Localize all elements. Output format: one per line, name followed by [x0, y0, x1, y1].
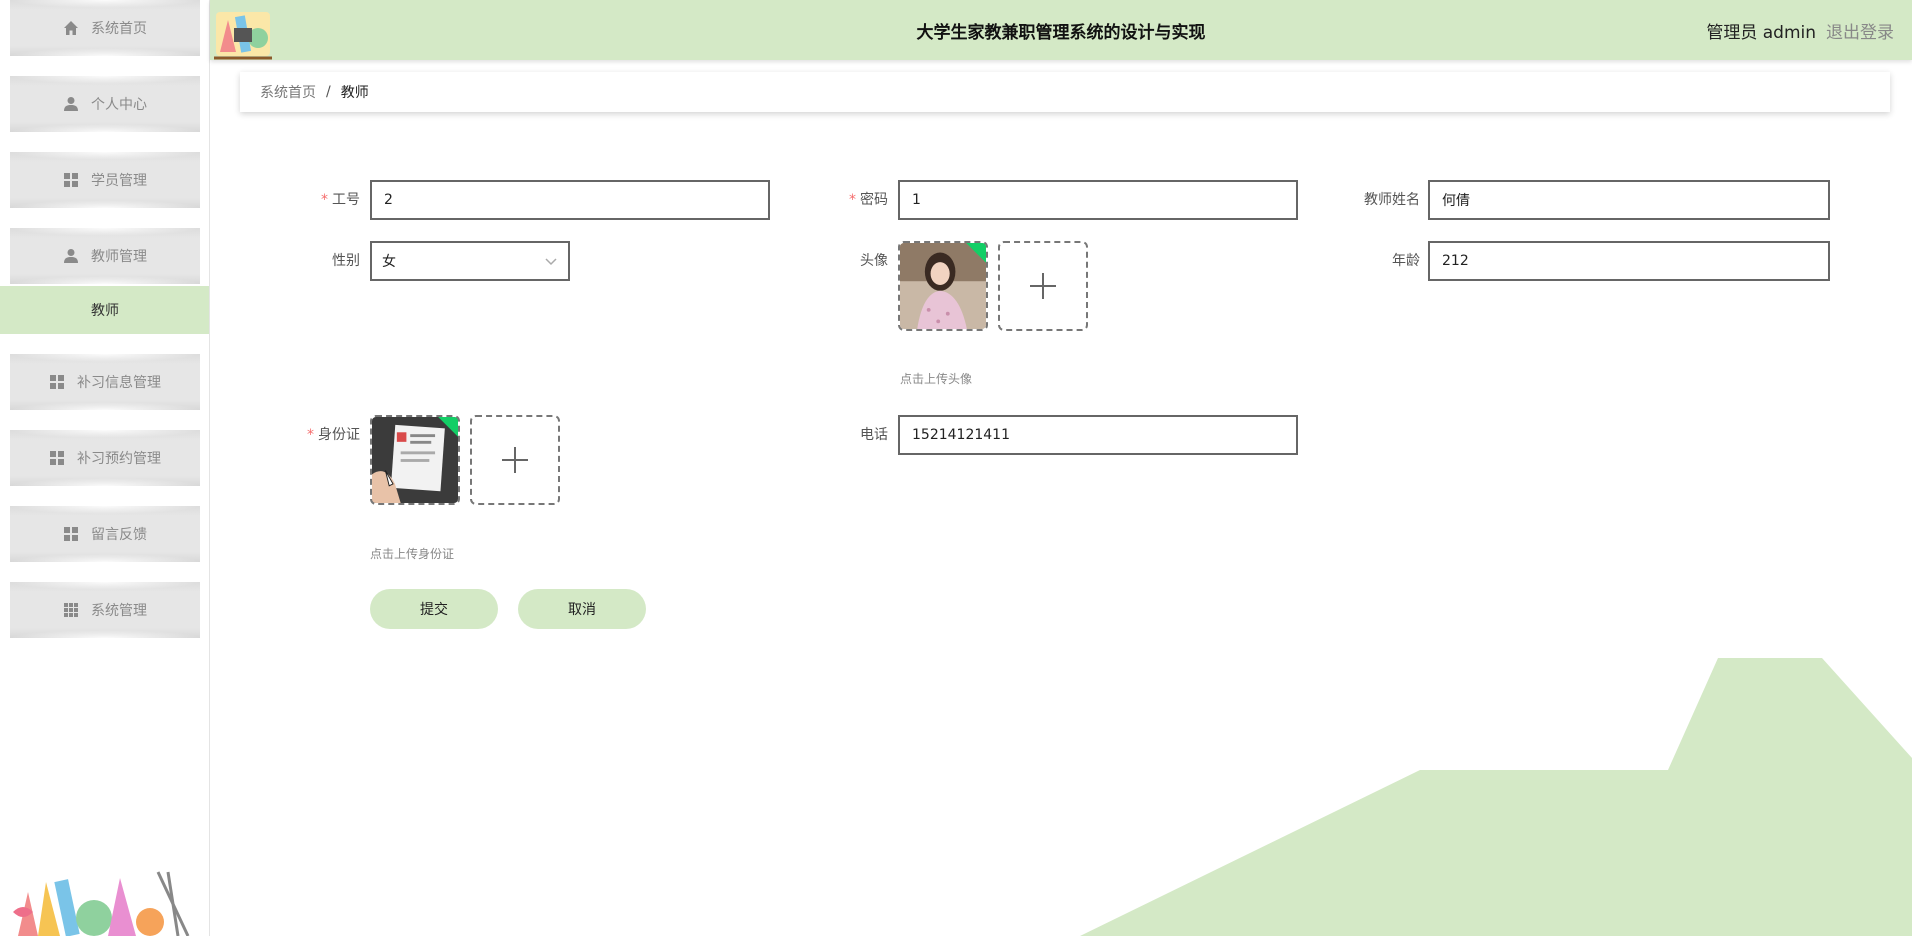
age-input[interactable] [1428, 241, 1830, 281]
sidebar-item-home[interactable]: 系统首页 [10, 0, 200, 56]
home-icon [63, 20, 79, 36]
logout-link[interactable]: 退出登录 [1826, 18, 1894, 43]
id-card-upload-button[interactable] [470, 415, 560, 505]
sidebar-item-feedback[interactable]: 留言反馈 [10, 506, 200, 562]
id-card-thumbnail[interactable] [370, 415, 460, 505]
avatar-thumbnail[interactable] [898, 241, 988, 331]
logo [214, 12, 272, 60]
user-icon [63, 248, 79, 264]
phone-label: 电话 [860, 427, 888, 443]
plus-icon [502, 447, 528, 473]
sidebar-item-label: 学员管理 [91, 173, 147, 189]
required-asterisk: * [849, 192, 856, 208]
apps-icon [63, 602, 79, 618]
current-user: 管理员 admin [1706, 22, 1816, 43]
grid-icon [63, 172, 79, 188]
sidebar-item-tutoring-booking-management[interactable]: 补习预约管理 [10, 430, 200, 486]
password-input[interactable] [898, 180, 1298, 220]
sidebar-subitem-teacher[interactable]: 教师 [0, 286, 209, 334]
sidebar-item-label: 补习信息管理 [77, 375, 161, 391]
employee-id-input[interactable] [370, 180, 770, 220]
decorative-art-illustration [13, 871, 190, 936]
sidebar: 系统首页 个人中心 学员管理 教师管理 教师 补习信息管理 补习预约管理 留言反… [0, 0, 210, 936]
grid-icon [63, 526, 79, 542]
sidebar-item-student-management[interactable]: 学员管理 [10, 152, 200, 208]
age-label: 年龄 [1392, 253, 1420, 269]
decorative-background-shape [1080, 658, 1912, 936]
submit-button[interactable]: 提交 [370, 589, 498, 629]
breadcrumb-current: 教师 [340, 85, 369, 101]
plus-icon [1030, 273, 1056, 299]
sidebar-item-system-management[interactable]: 系统管理 [10, 582, 200, 638]
gender-select[interactable]: 女 [370, 241, 570, 281]
gender-label: 性别 [332, 253, 360, 269]
password-label: * 密码 [849, 192, 888, 208]
id-card-label: * 身份证 [307, 427, 360, 443]
id-card-photo [372, 417, 458, 503]
sidebar-item-label: 系统管理 [91, 603, 147, 619]
sidebar-item-label: 补习预约管理 [77, 451, 161, 467]
sidebar-item-label: 留言反馈 [91, 527, 147, 543]
phone-input[interactable] [898, 415, 1298, 455]
header-user-area: 管理员 admin 退出登录 [1706, 0, 1894, 60]
breadcrumb-home-link[interactable]: 系统首页 [260, 82, 316, 102]
chevron-down-icon [545, 258, 557, 266]
sidebar-subitem-label: 教师 [91, 303, 119, 319]
grid-icon [49, 374, 65, 390]
sidebar-item-personal-center[interactable]: 个人中心 [10, 76, 200, 132]
sidebar-item-label: 教师管理 [91, 249, 147, 265]
required-asterisk: * [321, 192, 328, 208]
required-asterisk: * [307, 427, 314, 443]
grid-icon [49, 450, 65, 466]
cancel-button[interactable]: 取消 [518, 589, 646, 629]
teacher-name-input[interactable] [1428, 180, 1830, 220]
breadcrumb-separator: / [326, 84, 331, 100]
sidebar-item-label: 系统首页 [91, 21, 147, 37]
avatar-upload-button[interactable] [998, 241, 1088, 331]
sidebar-item-teacher-management[interactable]: 教师管理 [10, 228, 200, 284]
gender-select-value: 女 [382, 254, 396, 270]
employee-id-label: * 工号 [321, 192, 360, 208]
sidebar-item-label: 个人中心 [91, 97, 147, 113]
page-title: 大学生家教兼职管理系统的设计与实现 [916, 22, 1206, 43]
avatar-upload-hint: 点击上传头像 [900, 372, 973, 386]
breadcrumb: 系统首页 / 教师 [240, 72, 1890, 112]
top-header: 大学生家教兼职管理系统的设计与实现 管理员 admin 退出登录 [210, 0, 1912, 60]
teacher-name-label: 教师姓名 [1364, 192, 1420, 208]
avatar-label: 头像 [860, 253, 888, 269]
avatar-photo [900, 243, 986, 329]
user-icon [63, 96, 79, 112]
sidebar-item-tutoring-info-management[interactable]: 补习信息管理 [10, 354, 200, 410]
id-card-upload-hint: 点击上传身份证 [370, 547, 455, 561]
